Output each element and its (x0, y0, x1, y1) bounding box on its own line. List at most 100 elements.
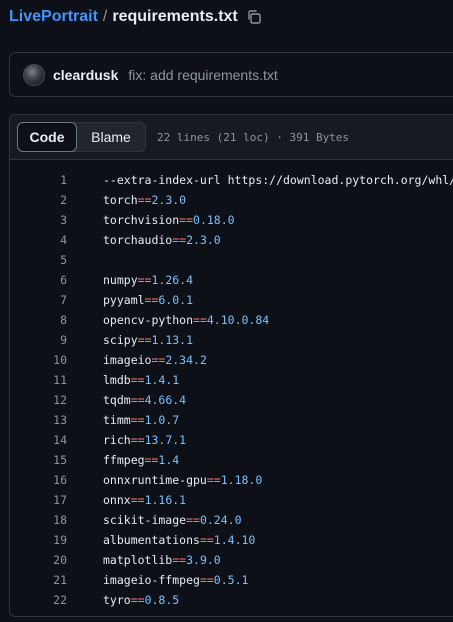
code-line: 22 tyro==0.8.5 (10, 590, 453, 610)
package-name: numpy (103, 273, 138, 287)
package-version: 1.0.7 (144, 413, 180, 427)
code-line: 10 imageio==2.34.2 (10, 350, 453, 370)
version-operator: == (199, 533, 214, 547)
line-number[interactable]: 20 (10, 553, 67, 567)
blame-tab[interactable]: Blame (77, 123, 145, 151)
line-content: numpy==1.26.4 (103, 273, 193, 287)
package-version: 1.16.1 (144, 493, 187, 507)
version-operator: == (151, 353, 166, 367)
line-number[interactable]: 5 (10, 253, 67, 267)
line-number[interactable]: 17 (10, 493, 67, 507)
package-name: albumentations (103, 533, 200, 547)
package-name: rich (103, 433, 131, 447)
package-name: torchaudio (103, 233, 173, 247)
line-content: imageio-ffmpeg==0.5.1 (103, 573, 248, 587)
line-content: scipy==1.13.1 (103, 333, 193, 347)
line-number[interactable]: 10 (10, 353, 67, 367)
line-content: pyyaml==6.0.1 (103, 293, 193, 307)
line-number[interactable]: 16 (10, 473, 67, 487)
commit-message-link[interactable]: fix: add requirements.txt (128, 67, 277, 83)
line-number[interactable]: 13 (10, 413, 67, 427)
line-content: onnxruntime-gpu==1.18.0 (103, 473, 262, 487)
package-name: tyro (103, 593, 131, 607)
breadcrumb-repo-link[interactable]: LivePortrait (9, 8, 98, 26)
package-version: 1.13.1 (151, 333, 194, 347)
line-content: matplotlib==3.9.0 (103, 553, 221, 567)
code-line: 20 matplotlib==3.9.0 (10, 550, 453, 570)
copy-path-button[interactable] (246, 9, 262, 25)
package-version: 0.5.1 (213, 573, 249, 587)
code-line: 21 imageio-ffmpeg==0.5.1 (10, 570, 453, 590)
package-version: 0.18.0 (193, 213, 235, 227)
code-line: 11 lmdb==1.4.1 (10, 370, 453, 390)
package-name: onnx (103, 493, 131, 507)
line-number[interactable]: 8 (10, 313, 67, 327)
package-name: matplotlib (103, 553, 173, 567)
line-number[interactable]: 19 (10, 533, 67, 547)
package-name: --extra-index-url https://download.pytor… (103, 173, 453, 187)
code-line: 5 (10, 250, 453, 270)
line-number[interactable]: 11 (10, 373, 67, 387)
package-name: torch (103, 193, 138, 207)
package-version: 3.9.0 (186, 553, 221, 567)
package-version: 1.26.4 (151, 273, 194, 287)
package-version: 4.10.0.84 (206, 313, 270, 327)
line-number[interactable]: 2 (10, 193, 67, 207)
code-line: 4 torchaudio==2.3.0 (10, 230, 453, 250)
line-number[interactable]: 6 (10, 273, 67, 287)
line-number[interactable]: 9 (10, 333, 67, 347)
code-line: 2 torch==2.3.0 (10, 190, 453, 210)
line-number[interactable]: 4 (10, 233, 67, 247)
code-line: 12 tqdm==4.66.4 (10, 390, 453, 410)
line-number[interactable]: 1 (10, 173, 67, 187)
package-version: 1.4.1 (144, 373, 180, 387)
version-operator: == (193, 313, 207, 327)
code-tab[interactable]: Code (17, 122, 77, 152)
code-line: 1 --extra-index-url https://download.pyto… (10, 170, 453, 190)
line-number[interactable]: 18 (10, 513, 67, 527)
line-content: torchaudio==2.3.0 (103, 233, 221, 247)
version-operator: == (130, 593, 145, 607)
package-name: tqdm (103, 393, 131, 407)
file-view-page: LivePortrait / requirements.txt cleardus… (0, 0, 453, 622)
line-content: albumentations==1.4.10 (103, 533, 255, 547)
line-number[interactable]: 12 (10, 393, 67, 407)
code-line: 18 scikit-image==0.24.0 (10, 510, 453, 530)
avatar[interactable] (23, 63, 45, 86)
line-content: scikit-image==0.24.0 (103, 513, 242, 527)
commit-author-link[interactable]: cleardusk (53, 67, 118, 83)
code-line: 3 torchvision==0.18.0 (10, 210, 453, 230)
line-content: opencv-python==4.10.0.84 (103, 313, 269, 327)
version-operator: == (172, 233, 187, 247)
line-number[interactable]: 14 (10, 433, 67, 447)
package-name: imageio-ffmpeg (103, 573, 200, 587)
code-content: 1 --extra-index-url https://download.pyto… (10, 160, 453, 610)
package-version: 6.0.1 (158, 293, 194, 307)
version-operator: == (144, 453, 159, 467)
code-line: 13 timm==1.0.7 (10, 410, 453, 430)
package-name: opencv-python (103, 313, 194, 327)
package-version: 0.8.5 (144, 593, 180, 607)
version-operator: == (137, 273, 152, 287)
file-viewer: Code Blame 22 lines (21 loc) · 391 Bytes… (9, 114, 453, 617)
line-content: ffmpeg==1.4 (103, 453, 179, 467)
package-name: timm (103, 413, 131, 427)
version-operator: == (206, 473, 221, 487)
line-number[interactable]: 3 (10, 213, 67, 227)
version-operator: == (130, 433, 145, 447)
package-version: 1.4.10 (213, 533, 256, 547)
line-number[interactable]: 7 (10, 293, 67, 307)
line-number[interactable]: 22 (10, 593, 67, 607)
code-line: 8 opencv-python==4.10.0.84 (10, 310, 453, 330)
line-content: onnx==1.16.1 (103, 493, 186, 507)
version-operator: == (179, 213, 194, 227)
code-line: 7 pyyaml==6.0.1 (10, 290, 453, 310)
package-version: 2.3.0 (151, 193, 187, 207)
line-content: tyro==0.8.5 (103, 593, 179, 607)
package-version: 13.7.1 (144, 433, 187, 447)
package-name: pyyaml (103, 293, 145, 307)
line-content: --extra-index-url https://download.pytor… (103, 173, 453, 187)
line-number[interactable]: 15 (10, 453, 67, 467)
copy-icon (248, 10, 261, 24)
line-number[interactable]: 21 (10, 573, 67, 587)
